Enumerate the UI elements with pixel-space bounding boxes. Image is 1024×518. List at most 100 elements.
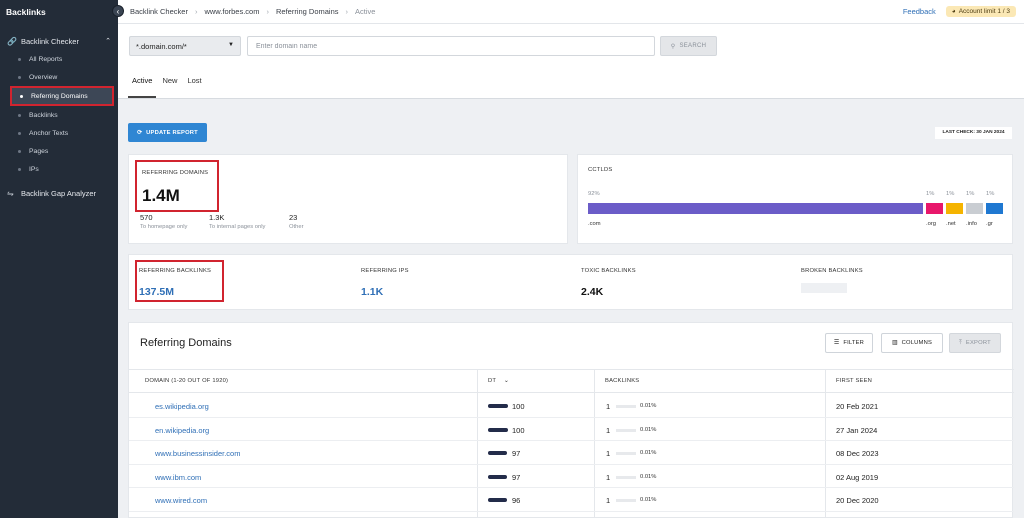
domain-link[interactable]: www.ibm.com (155, 473, 201, 482)
link-icon: 🔗 (7, 36, 17, 46)
sidebar-item-ips[interactable]: IPs (0, 160, 118, 178)
breakdown-internal: 1.3K To internal pages only (209, 213, 265, 230)
tab-active[interactable]: Active (132, 76, 152, 95)
sidebar-item-all-reports[interactable]: All Reports (0, 50, 118, 68)
column-header-dt-label: DT (488, 378, 497, 384)
referring-domains-title: REFERRING DOMAINS (142, 170, 209, 176)
sidebar-item-anchor-texts[interactable]: Anchor Texts (0, 124, 118, 142)
chevron-up-icon[interactable]: ⌃ (105, 37, 111, 45)
collapse-sidebar-button[interactable]: ‹ (112, 5, 124, 17)
update-report-label: UPDATE REPORT (146, 129, 198, 136)
bullet-icon (18, 113, 21, 117)
breadcrumb-domain[interactable]: www.forbes.com (204, 7, 259, 16)
dt-value: 97 (512, 449, 521, 458)
first-seen-date: 20 Dec 2020 (836, 496, 879, 505)
breadcrumb-backlink-checker[interactable]: Backlink Checker (130, 7, 188, 16)
search-header: *.domain.com/* ▼ ⚲ SEARCH Active New Los… (118, 24, 1024, 99)
table-row: en.wikipedia.org 100 1 0.01% 27 Jan 2024 (129, 418, 1014, 441)
feedback-link[interactable]: Feedback (903, 7, 936, 16)
tab-lost[interactable]: Lost (187, 76, 201, 95)
columns-label: COLUMNS (901, 340, 933, 346)
metric-broken-backlinks: BROKEN BACKLINKS (791, 255, 1011, 311)
breakdown-value: 570 (140, 213, 153, 222)
table-title: Referring Domains (140, 337, 232, 349)
sidebar-item-label: All Reports (29, 55, 63, 63)
domain-link[interactable]: www.wired.com (155, 496, 207, 505)
cctld-segment[interactable] (588, 203, 923, 214)
report-tabs: Active New Lost (132, 76, 202, 95)
backlinks-share: 0.01% (640, 473, 657, 480)
cctld-percent: 1% (986, 191, 995, 197)
table-row: www.wired.com 96 1 0.01% 20 Dec 2020 (129, 488, 1014, 512)
cctld-label: .org (926, 221, 936, 227)
cctld-segment[interactable] (986, 203, 1003, 214)
scope-select[interactable]: *.domain.com/* ▼ (129, 36, 241, 56)
domain-link[interactable]: en.wikipedia.org (155, 426, 209, 435)
update-report-button[interactable]: ⟳ UPDATE REPORT (128, 123, 207, 142)
cctld-segment[interactable] (946, 203, 963, 214)
breakdown-value: 1.3K (209, 213, 225, 222)
metric-title: REFERRING BACKLINKS (139, 268, 212, 274)
sidebar-section-backlink-gap-analyzer[interactable]: ⇋ Backlink Gap Analyzer (0, 184, 118, 202)
search-icon: ⚲ (670, 43, 676, 50)
export-button[interactable]: ⤒ EXPORT (949, 333, 1001, 353)
backlinks-value[interactable]: 1 (606, 426, 610, 435)
table-row: www.businessinsider.com 97 1 0.01% 08 Dec 20… (129, 441, 1014, 465)
first-seen-date: 20 Feb 2021 (836, 402, 879, 411)
metric-title: REFERRING IPS (361, 268, 409, 274)
chevron-down-icon: ▼ (228, 42, 234, 48)
sidebar-section-label: Backlink Checker (21, 36, 79, 46)
sidebar-item-label: Overview (29, 73, 58, 81)
metric-toxic-backlinks: TOXIC BACKLINKS 2.4K (571, 255, 791, 311)
sidebar-item-label: Referring Domains (31, 92, 88, 100)
backlinks-share-bar (616, 452, 636, 455)
active-tab-indicator (128, 96, 156, 98)
column-header-dt[interactable]: DT ⌄ (488, 378, 509, 384)
backlinks-value[interactable]: 1 (606, 496, 610, 505)
domain-link[interactable]: es.wikipedia.org (155, 402, 209, 411)
cctld-label: .gr (986, 221, 993, 227)
columns-button[interactable]: ▥ COLUMNS (881, 333, 943, 353)
metric-value[interactable]: 137.5M (139, 286, 174, 298)
backlinks-value[interactable]: 1 (606, 402, 610, 411)
export-icon: ⤒ (959, 339, 962, 346)
cctld-percent: 92% (588, 191, 600, 197)
backlinks-share: 0.01% (640, 497, 657, 503)
sidebar-item-pages[interactable]: Pages (0, 142, 118, 160)
account-limit-badge[interactable]: ◕ Account limit 1 / 3 (945, 6, 1016, 17)
column-header-domain: DOMAIN (1-20 OUT OF 1920) (145, 378, 229, 384)
dt-bar (488, 498, 508, 502)
dt-bar (488, 427, 508, 432)
domain-input[interactable] (247, 36, 655, 56)
sidebar-item-referring-domains[interactable]: Referring Domains (10, 86, 114, 106)
cctld-segment[interactable] (966, 203, 983, 214)
sidebar-item-backlinks[interactable]: Backlinks (0, 106, 118, 124)
cctld-segment[interactable] (926, 203, 943, 214)
breakdown-homepage: 570 To homepage only (140, 213, 187, 230)
search-button[interactable]: ⚲ SEARCH (660, 36, 717, 56)
breadcrumb-referring-domains[interactable]: Referring Domains (276, 7, 339, 16)
backlinks-value[interactable]: 1 (606, 473, 610, 482)
bullet-icon (20, 94, 23, 98)
dt-bar (488, 474, 508, 479)
backlinks-value[interactable]: 1 (606, 449, 610, 458)
bullet-icon (18, 57, 21, 61)
first-seen-date: 08 Dec 2023 (836, 449, 879, 458)
gauge-icon: ◕ (951, 8, 956, 15)
dt-value: 96 (512, 496, 521, 505)
metric-referring-backlinks: REFERRING BACKLINKS 137.5M (129, 255, 349, 311)
bullet-icon (18, 131, 21, 135)
sidebar: Backlinks 🔗 Backlink Checker ⌃ All Repor… (0, 0, 118, 518)
backlinks-share: 0.01% (640, 403, 657, 409)
domain-link[interactable]: www.businessinsider.com (155, 449, 240, 458)
table-header: DOMAIN (1-20 OUT OF 1920) DT ⌄ BACKLINKS… (129, 369, 1014, 393)
sidebar-section-backlink-checker[interactable]: 🔗 Backlink Checker ⌃ (0, 32, 118, 50)
dt-value: 100 (512, 402, 525, 411)
breadcrumb-separator-icon: › (345, 7, 349, 16)
metric-value[interactable]: 1.1K (361, 286, 383, 298)
sidebar-item-overview[interactable]: Overview (0, 68, 118, 86)
filter-button[interactable]: ☰ FILTER (825, 333, 873, 353)
sidebar-item-label: IPs (29, 165, 39, 173)
tab-new[interactable]: New (162, 76, 177, 95)
account-limit-label: Account limit 1 / 3 (958, 8, 1010, 15)
